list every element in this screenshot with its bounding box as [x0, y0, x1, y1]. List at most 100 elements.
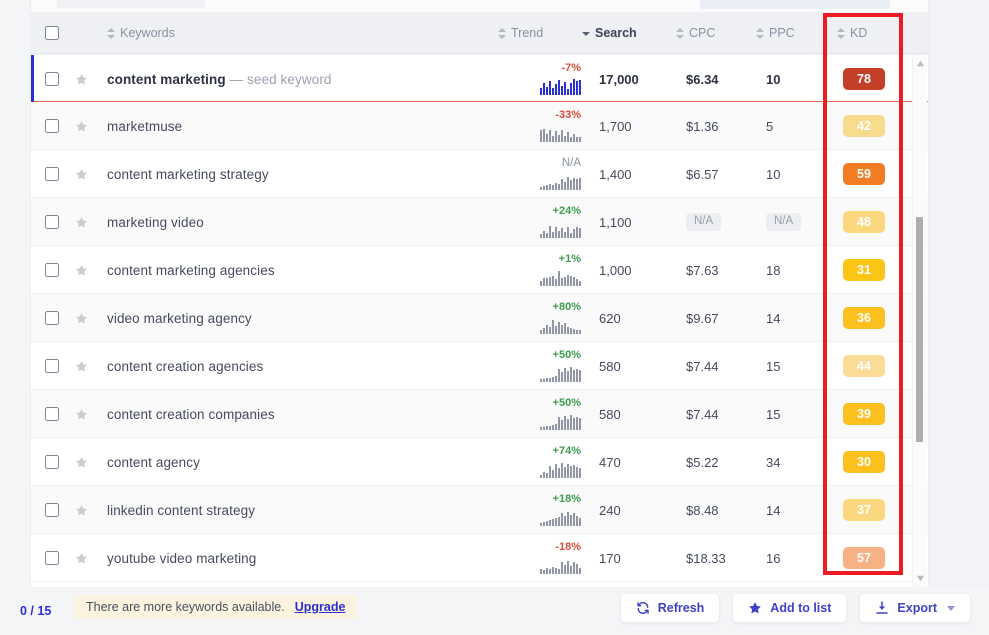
row-select-cell[interactable] [45, 438, 59, 486]
favorite-cell[interactable] [75, 246, 88, 294]
star-icon[interactable] [75, 73, 88, 86]
table-row[interactable]: content marketing strategy N/A 1,400 $6.57 1… [31, 150, 928, 198]
keyword-cell[interactable]: video marketing agency [107, 294, 252, 342]
column-header-ppc[interactable]: PPC [756, 12, 795, 54]
export-button[interactable]: Export [859, 593, 971, 623]
scrollbar-thumb[interactable] [916, 217, 923, 442]
table-row[interactable]: content creation agencies +50% 580 $7.44 15 4… [31, 342, 928, 390]
row-checkbox[interactable] [45, 311, 59, 325]
table-row[interactable]: content marketing agencies +1% 1,000 $7.63 1… [31, 246, 928, 294]
table-row[interactable]: youtube video marketing -18% 170 $18.33 16 57 [31, 534, 928, 582]
trend-sparkline [540, 170, 581, 191]
row-checkbox[interactable] [45, 263, 59, 277]
cpc-value: $6.57 [686, 166, 719, 182]
star-icon[interactable] [75, 216, 88, 229]
keyword-cell[interactable]: content marketing agencies [107, 246, 275, 294]
table-row[interactable]: content creation companies +50% 580 $7.44 15… [31, 390, 928, 438]
sort-desc-icon [582, 28, 590, 39]
star-icon[interactable] [75, 456, 88, 469]
table-row[interactable]: marketing video +24% 1,100 N/A N/A 48 [31, 198, 928, 246]
search-volume-cell: 170 [599, 534, 621, 582]
keyword-text: content marketing — seed keyword [107, 71, 332, 87]
row-checkbox[interactable] [45, 119, 59, 133]
vertical-scrollbar[interactable] [912, 55, 927, 587]
row-select-cell[interactable] [45, 534, 59, 582]
keyword-cell[interactable]: linkedin content strategy [107, 486, 255, 534]
row-checkbox[interactable] [45, 72, 59, 86]
select-all-checkbox[interactable] [45, 26, 59, 40]
keyword-cell[interactable]: marketing video [107, 198, 204, 246]
star-icon[interactable] [75, 552, 88, 565]
table-row[interactable]: linkedin content strategy +18% 240 $8.48 14 3… [31, 486, 928, 534]
table-row[interactable]: content marketing — seed keyword -7% 17,00… [31, 54, 928, 102]
cpc-cell: $8.48 [686, 486, 719, 534]
table-row[interactable]: marketmuse -33% 1,700 $1.36 5 42 [31, 102, 928, 150]
row-checkbox[interactable] [45, 455, 59, 469]
keyword-cell[interactable]: content creation agencies [107, 342, 263, 390]
star-icon[interactable] [75, 408, 88, 421]
table-row[interactable]: video marketing agency +80% 620 $9.67 14 36 [31, 294, 928, 342]
row-checkbox[interactable] [45, 215, 59, 229]
star-icon[interactable] [75, 120, 88, 133]
row-checkbox[interactable] [45, 407, 59, 421]
sort-icon [498, 27, 506, 39]
sort-icon [107, 27, 115, 39]
column-header-keywords[interactable]: Keywords [107, 12, 175, 54]
trend-percent: -18% [555, 541, 581, 553]
row-checkbox[interactable] [45, 359, 59, 373]
trend-percent: +80% [552, 301, 581, 313]
keyword-cell[interactable]: content creation companies [107, 390, 275, 438]
keyword-cell[interactable]: marketmuse [107, 102, 182, 150]
row-select-cell[interactable] [45, 486, 59, 534]
favorite-cell[interactable] [75, 294, 88, 342]
ppc-cell: 10 [766, 55, 780, 103]
scroll-up-arrow-icon[interactable] [916, 59, 925, 68]
row-checkbox[interactable] [45, 551, 59, 565]
star-icon[interactable] [75, 504, 88, 517]
keyword-cell[interactable]: content marketing strategy [107, 150, 269, 198]
star-icon[interactable] [75, 168, 88, 181]
favorite-cell[interactable] [75, 198, 88, 246]
keyword-cell[interactable]: content marketing — seed keyword [107, 55, 332, 103]
upgrade-link[interactable]: Upgrade [295, 600, 346, 614]
row-select-cell[interactable] [45, 390, 59, 438]
table-row[interactable]: content agency +74% 470 $5.22 34 30 [31, 438, 928, 486]
trend-sparkline [540, 362, 581, 382]
ppc-value: 15 [766, 406, 781, 422]
add-to-list-button[interactable]: Add to list [732, 593, 848, 623]
favorite-cell[interactable] [75, 486, 88, 534]
favorite-cell[interactable] [75, 534, 88, 582]
trend-cell: -7% [483, 55, 581, 103]
row-checkbox[interactable] [45, 503, 59, 517]
favorite-cell[interactable] [75, 390, 88, 438]
refresh-button[interactable]: Refresh [619, 593, 721, 623]
scroll-down-arrow-icon[interactable] [916, 574, 925, 583]
row-select-cell[interactable] [45, 102, 59, 150]
column-header-search[interactable]: Search [582, 12, 637, 54]
column-header-cpc[interactable]: CPC [676, 12, 715, 54]
ppc-cell: 10 [766, 150, 780, 198]
column-header-kd[interactable]: KD [837, 12, 867, 54]
row-select-cell[interactable] [45, 55, 59, 103]
favorite-cell[interactable] [75, 438, 88, 486]
column-header-trend[interactable]: Trend [498, 12, 543, 54]
favorite-cell[interactable] [75, 342, 88, 390]
favorite-cell[interactable] [75, 150, 88, 198]
row-select-cell[interactable] [45, 294, 59, 342]
row-select-cell[interactable] [45, 342, 59, 390]
trend-percent: +74% [552, 445, 581, 457]
cpc-value: $9.67 [686, 310, 719, 326]
favorite-cell[interactable] [75, 102, 88, 150]
select-all-header[interactable] [45, 12, 59, 54]
keyword-cell[interactable]: youtube video marketing [107, 534, 256, 582]
star-icon[interactable] [75, 360, 88, 373]
star-icon[interactable] [75, 312, 88, 325]
keyword-cell[interactable]: content agency [107, 438, 200, 486]
row-select-cell[interactable] [45, 198, 59, 246]
star-icon[interactable] [75, 264, 88, 277]
search-volume-value: 17,000 [599, 71, 639, 87]
favorite-cell[interactable] [75, 55, 88, 103]
row-select-cell[interactable] [45, 246, 59, 294]
row-select-cell[interactable] [45, 150, 59, 198]
row-checkbox[interactable] [45, 167, 59, 181]
